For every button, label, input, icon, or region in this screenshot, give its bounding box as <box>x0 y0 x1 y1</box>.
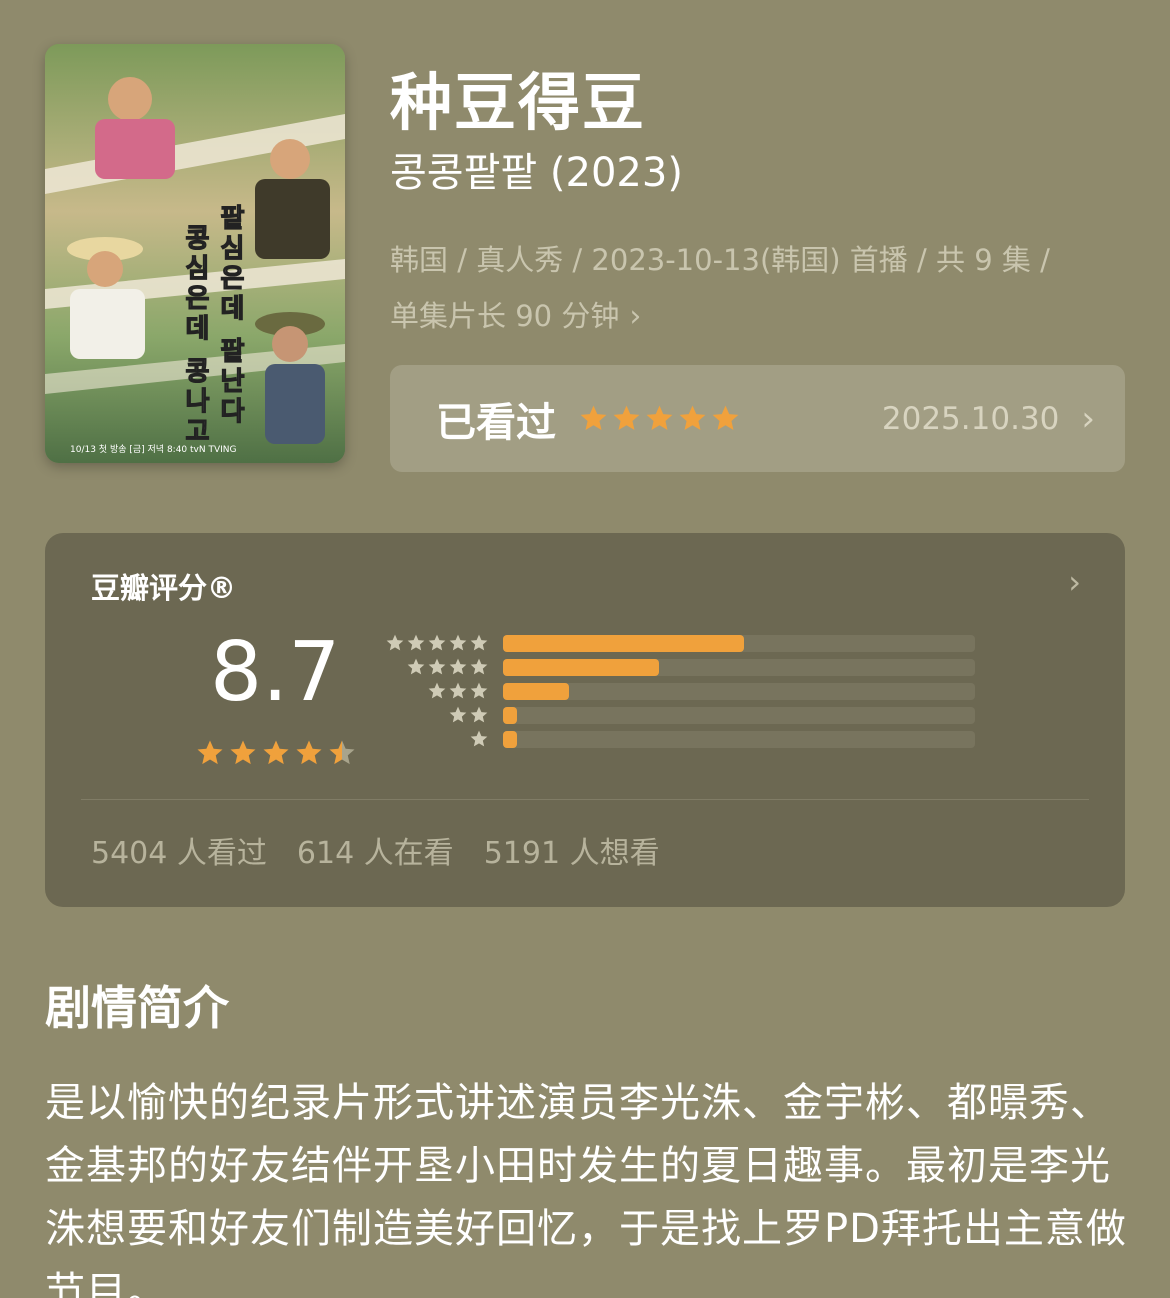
star-icon <box>613 405 640 430</box>
star-icon <box>428 634 446 651</box>
poster-vertical-text-left: 콩심은데 콩나고 <box>180 224 210 447</box>
star-icon <box>230 740 256 765</box>
star-icon <box>712 405 739 430</box>
meta-line-2[interactable]: 单集片长 90 分钟 › <box>390 288 1130 345</box>
star-icon <box>197 740 223 765</box>
distribution-track <box>503 635 975 652</box>
count-want[interactable]: 5191 人想看 <box>484 828 660 872</box>
audience-counts: 5404 人看过 614 人在看 5191 人想看 <box>91 828 660 872</box>
chevron-right-icon[interactable]: › <box>1068 563 1081 601</box>
meta-line-2-text: 单集片长 90 分钟 <box>390 299 620 333</box>
poster-vertical-text-right: 팥심은데 팥난다 <box>215 204 245 427</box>
star-icon <box>470 634 488 651</box>
distribution-stars <box>385 681 489 701</box>
star-icon <box>329 740 355 765</box>
star-icon <box>470 706 488 723</box>
douban-rating-card[interactable]: 豆瓣评分® › 8.7 5404 人看过 614 人在看 5191 人想看 <box>45 533 1125 907</box>
distribution-track <box>503 707 975 724</box>
count-watching[interactable]: 614 人在看 <box>297 828 454 872</box>
star-icon <box>646 405 673 430</box>
distribution-stars <box>385 633 489 653</box>
distribution-stars <box>385 729 489 749</box>
watched-label: 已看过 <box>436 399 556 446</box>
star-icon <box>386 634 404 651</box>
chevron-right-icon: › <box>629 299 642 334</box>
distribution-track <box>503 659 975 676</box>
star-icon <box>296 740 322 765</box>
poster-bottom-text: 10/13 첫 방송 [금] 저녁 8:40 tvN TVING <box>70 444 237 455</box>
watched-date: 2025.10.30 <box>881 400 1060 437</box>
star-icon <box>428 658 446 675</box>
distribution-bar <box>503 707 518 724</box>
distribution-bar <box>503 731 518 748</box>
synopsis-text: 是以愉快的纪录片形式讲述演员李光洙、金宇彬、都暻秀、金基邦的好友结伴开垦小田时发… <box>45 1080 1127 1298</box>
distribution-bar <box>503 659 659 676</box>
distribution-bar <box>503 683 570 700</box>
star-icon <box>449 706 467 723</box>
distribution-stars <box>385 657 489 677</box>
poster-image[interactable]: 콩심은데 콩나고 팥심은데 팥난다 10/13 첫 방송 [금] 저녁 8:40… <box>45 44 345 463</box>
divider <box>81 799 1089 800</box>
page-title: 种豆得豆 <box>390 66 647 139</box>
star-icon <box>407 634 425 651</box>
star-icon <box>449 658 467 675</box>
meta-line-1: 韩国 / 真人秀 / 2023-10-13(韩国) 首播 / 共 9 集 / <box>390 243 1050 277</box>
distribution-bar <box>503 635 744 652</box>
show-meta[interactable]: 韩国 / 真人秀 / 2023-10-13(韩国) 首播 / 共 9 集 / 单… <box>390 232 1130 345</box>
star-icon <box>449 634 467 651</box>
rating-title: 豆瓣评分® <box>91 571 237 605</box>
distribution-track <box>503 683 975 700</box>
star-icon <box>679 405 706 430</box>
star-icon <box>263 740 289 765</box>
count-watched[interactable]: 5404 人看过 <box>91 828 267 872</box>
star-icon <box>470 658 488 675</box>
original-title: 콩콩팥팥 (2023) <box>390 150 683 196</box>
watched-status-card[interactable]: 已看过 2025.10.30 › <box>390 365 1125 472</box>
distribution-track <box>503 731 975 748</box>
star-icon <box>580 405 607 430</box>
star-icon <box>449 682 467 699</box>
star-icon <box>407 658 425 675</box>
rating-score: 8.7 <box>210 625 341 720</box>
star-icon <box>470 682 488 699</box>
chevron-right-icon: › <box>1081 398 1095 439</box>
rating-score-stars <box>195 738 357 768</box>
star-icon <box>470 730 488 747</box>
distribution-stars <box>385 705 489 725</box>
star-icon <box>428 682 446 699</box>
my-rating-stars <box>578 403 741 434</box>
synopsis-heading: 剧情简介 <box>45 981 229 1035</box>
